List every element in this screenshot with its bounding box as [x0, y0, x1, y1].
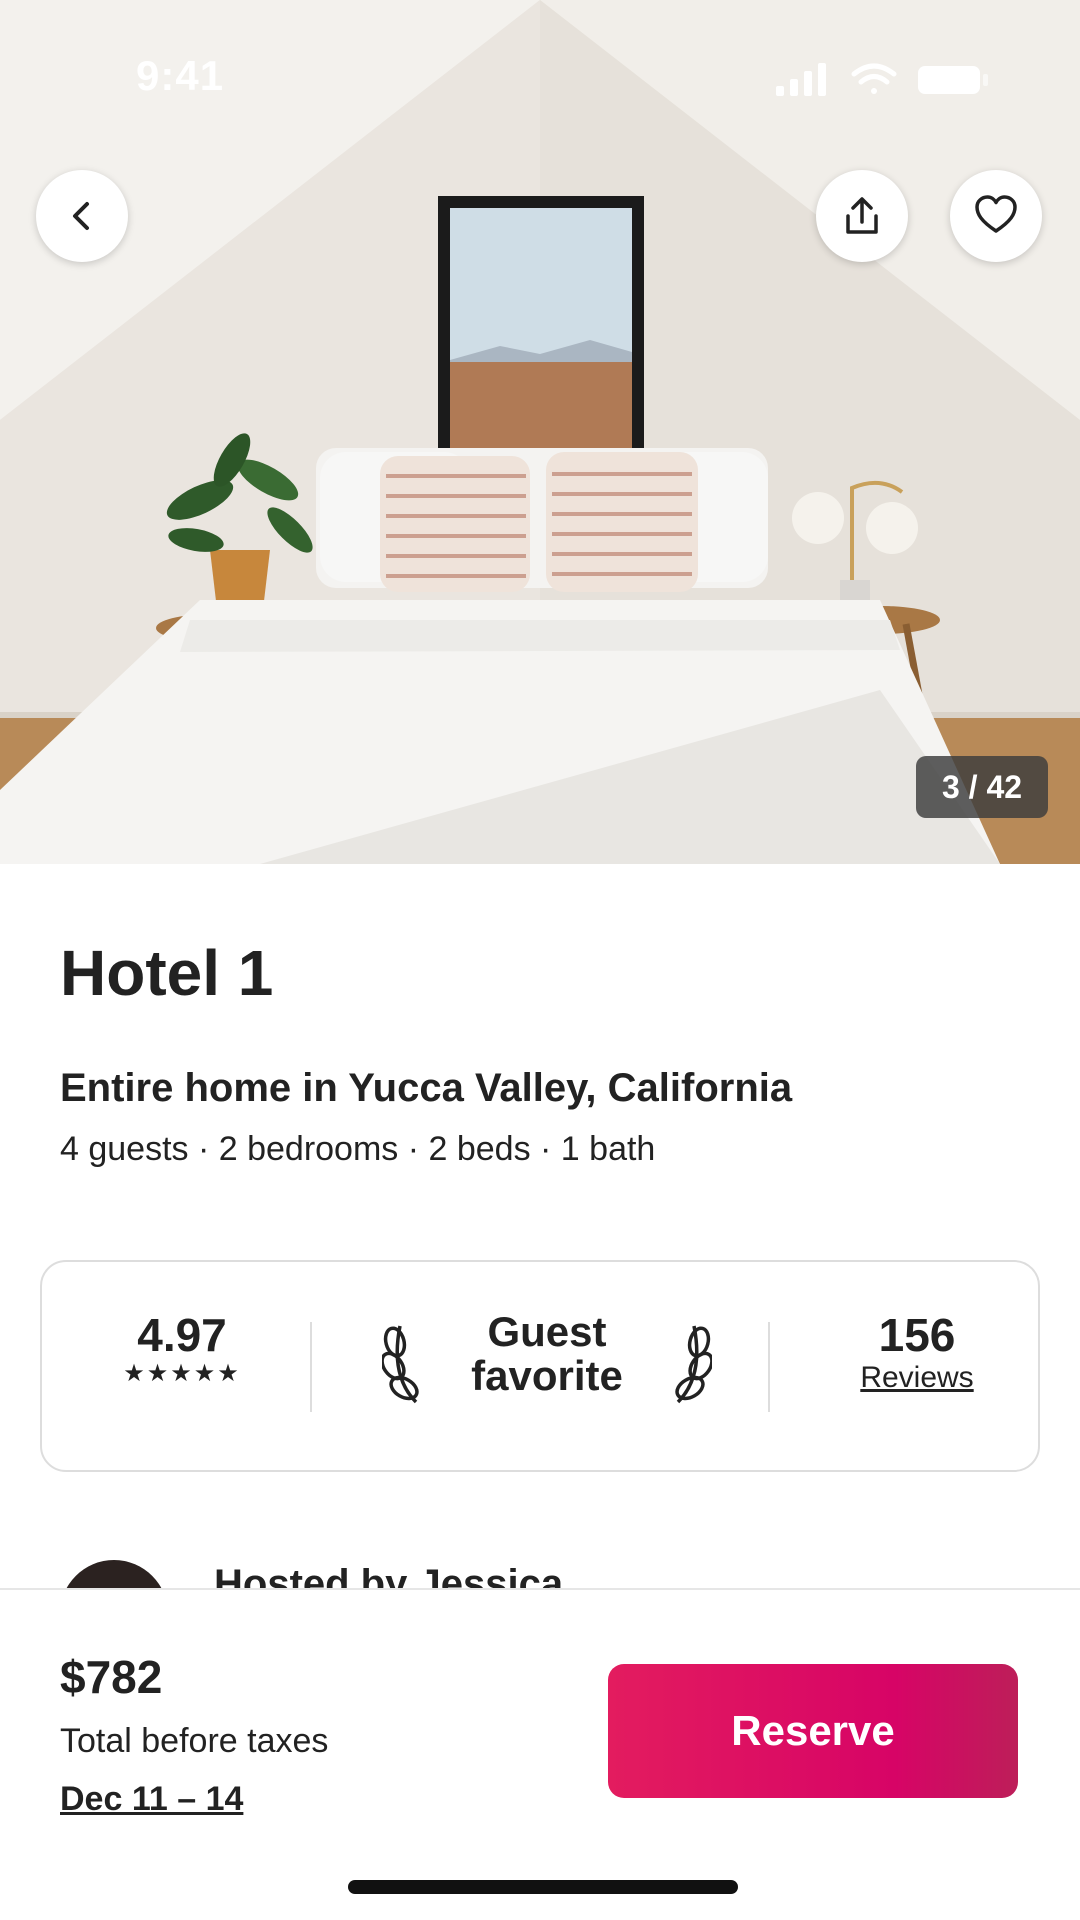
back-button[interactable] — [36, 170, 128, 262]
chevron-left-icon — [73, 202, 89, 230]
rating-stars: ★★★★★ — [123, 1360, 241, 1387]
home-indicator — [348, 1880, 738, 1894]
reserve-button[interactable]: Reserve — [608, 1664, 1018, 1798]
reviews-summary[interactable]: 156 Reviews — [822, 1310, 1012, 1396]
laurel-left-icon — [382, 1325, 419, 1404]
reviews-count: 156 — [878, 1309, 956, 1361]
listing-photo-carousel[interactable]: 9:41 3 / 42 — [0, 0, 1080, 864]
booking-footer: $782 Total before taxes Dec 11 – 14 Rese… — [0, 1588, 1080, 1920]
guest-favorite-text: Guest favorite — [432, 1310, 662, 1398]
host-text: Hosted by Jessica — [214, 1562, 564, 1588]
divider — [768, 1322, 770, 1412]
rating-summary: 4.97 ★★★★★ — [82, 1310, 282, 1388]
guest-favorite-line2: favorite — [471, 1352, 623, 1399]
battery-icon — [918, 66, 988, 94]
share-button[interactable] — [816, 170, 908, 262]
heart-icon — [975, 195, 1017, 233]
guest-favorite-line1: Guest — [487, 1308, 607, 1355]
favorite-button[interactable] — [950, 170, 1042, 262]
host-avatar — [60, 1560, 168, 1588]
host-row[interactable]: Hosted by Jessica — [0, 1540, 1080, 1588]
listing-title: Hotel 1 — [60, 937, 274, 1009]
status-icons — [776, 63, 988, 96]
rating-card[interactable]: 4.97 ★★★★★ Guest favorite 156 Reviews — [40, 1260, 1040, 1472]
price-note: Total before taxes — [60, 1722, 329, 1760]
guest-favorite-badge: Guest favorite — [382, 1310, 712, 1420]
status-bar: 9:41 — [0, 0, 1080, 160]
reviews-link[interactable]: Reviews — [822, 1360, 1012, 1396]
share-icon — [846, 197, 878, 234]
wifi-icon — [851, 63, 897, 94]
listing-details: 4 guests · 2 bedrooms · 2 beds · 1 bath — [60, 1130, 656, 1168]
signal-icon — [776, 63, 826, 96]
rating-value: 4.97 — [137, 1309, 227, 1361]
trip-dates-link[interactable]: Dec 11 – 14 — [60, 1780, 243, 1819]
listing-subtitle: Entire home in Yucca Valley, California — [60, 1066, 793, 1110]
photo-counter: 3 / 42 — [916, 756, 1048, 818]
total-price: $782 — [60, 1651, 163, 1703]
status-time: 9:41 — [136, 52, 225, 99]
divider — [310, 1322, 312, 1412]
laurel-right-icon — [675, 1325, 712, 1404]
